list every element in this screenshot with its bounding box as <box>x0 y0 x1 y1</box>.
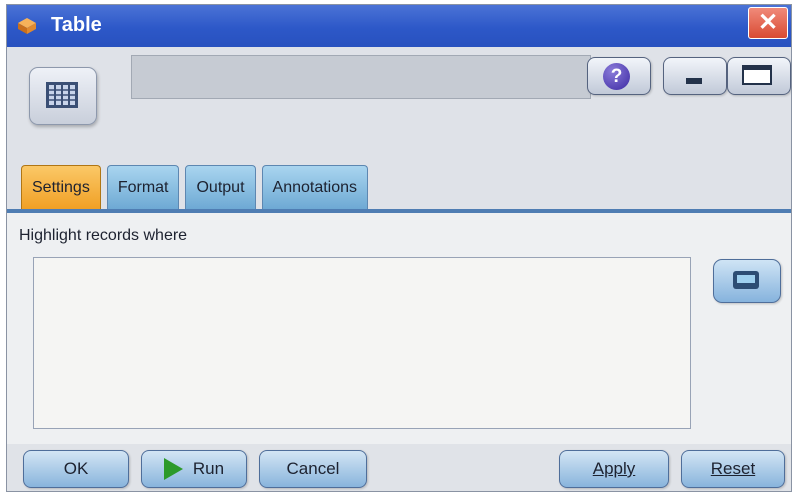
tab-output[interactable]: Output <box>185 165 256 209</box>
table-grid-icon <box>46 82 78 108</box>
tab-format[interactable]: Format <box>106 165 180 209</box>
minimize-icon <box>686 78 702 84</box>
tab-annotations[interactable]: Annotations <box>261 165 369 209</box>
close-button[interactable]: ✕ <box>748 7 788 39</box>
apply-button[interactable]: Apply <box>559 450 669 488</box>
button-bar: OK Run Cancel Apply Reset <box>7 444 791 491</box>
maximize-icon <box>742 65 772 85</box>
help-icon: ? <box>603 63 630 90</box>
settings-panel: Highlight records where <box>7 209 791 448</box>
play-icon <box>163 458 183 480</box>
node-name-field[interactable] <box>131 55 591 99</box>
close-icon: ✕ <box>757 9 779 36</box>
apply-label: Apply <box>592 459 636 478</box>
ok-button[interactable]: OK <box>23 450 129 488</box>
reset-label: Reset <box>710 459 756 478</box>
window-title: Table <box>51 14 102 36</box>
minimize-button[interactable] <box>663 57 727 95</box>
tab-settings[interactable]: Settings <box>21 165 101 209</box>
expression-textarea[interactable] <box>33 257 691 429</box>
cancel-label: Cancel <box>286 459 340 478</box>
node-header: ? Settings Format Output Annotations <box>7 47 791 212</box>
help-button[interactable]: ? <box>587 57 651 95</box>
run-button[interactable]: Run <box>141 450 247 488</box>
table-dialog: Table ✕ ? Settings Format Output Annotat… <box>6 4 792 492</box>
highlight-label: Highlight records where <box>19 227 188 244</box>
cancel-button[interactable]: Cancel <box>259 450 367 488</box>
node-table-icon <box>18 18 36 34</box>
title-bar[interactable]: Table ✕ <box>7 5 791 47</box>
ok-label: OK <box>63 459 89 478</box>
reset-button[interactable]: Reset <box>681 450 785 488</box>
maximize-button[interactable] <box>727 57 791 95</box>
tab-bar: Settings Format Output Annotations <box>21 165 369 211</box>
run-label: Run <box>192 459 225 478</box>
expression-builder-button[interactable] <box>713 259 781 303</box>
calculator-icon <box>733 271 759 289</box>
table-node-icon <box>29 67 97 125</box>
